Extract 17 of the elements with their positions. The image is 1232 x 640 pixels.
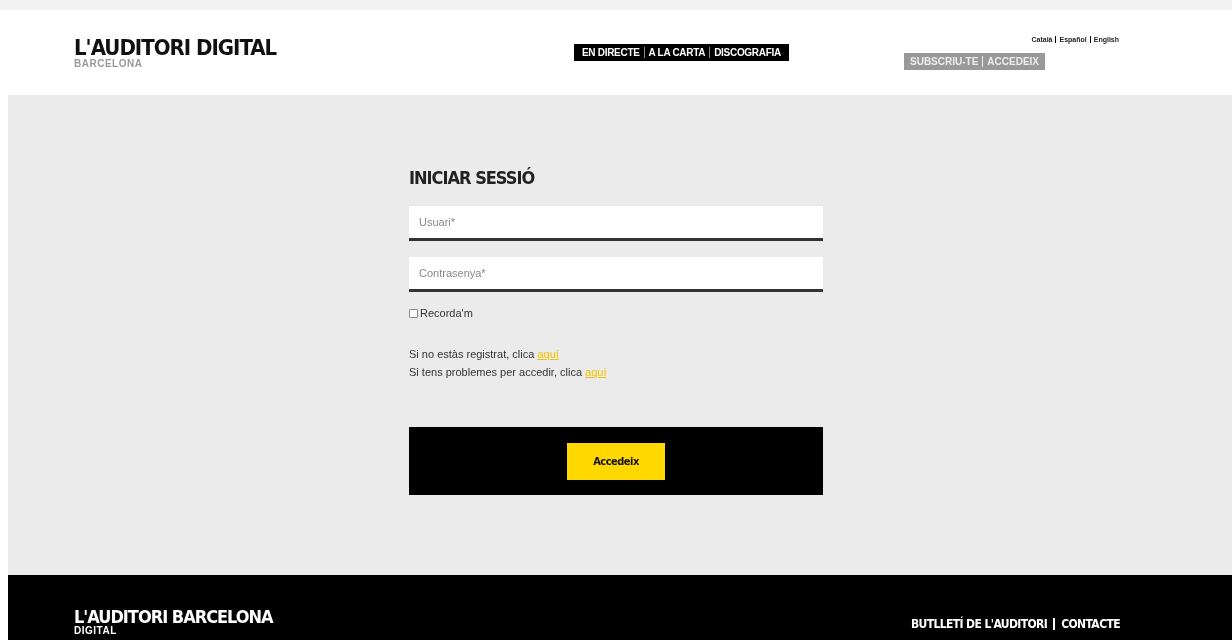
nav-link[interactable]: EN DIRECTE [578,47,644,58]
footer-logo-title[interactable]: L'AUDITORI BARCELONA [74,608,273,626]
submit-button[interactable]: Accedeix [567,442,665,480]
nav-link[interactable]: DISCOGRAFIA [709,47,785,58]
footer-link[interactable]: BUTLLETÍ DE L'AUDITORI [904,618,1054,630]
help-text: Si tens problemes per accedir, clica aquí [409,365,608,380]
help-text: Si no estàs registrat, clica aquí [409,347,560,362]
logo-subtitle: BARCELONA [74,58,144,69]
nav-link[interactable]: A LA CARTA [643,47,710,58]
input-field[interactable]: Usuari* [409,206,823,241]
remember-checkbox[interactable] [409,308,418,318]
remember-label: Recorda'm [420,307,473,319]
login-title: INICIAR SESSIÓ [409,167,536,188]
logo-title[interactable]: L'AUDITORI DIGITAL [74,36,494,59]
footer-logo-subtitle: DIGITAL [74,626,118,636]
footer-link[interactable]: CONTACTE [1053,618,1126,630]
input-field[interactable]: Contrasenya* [409,257,823,292]
